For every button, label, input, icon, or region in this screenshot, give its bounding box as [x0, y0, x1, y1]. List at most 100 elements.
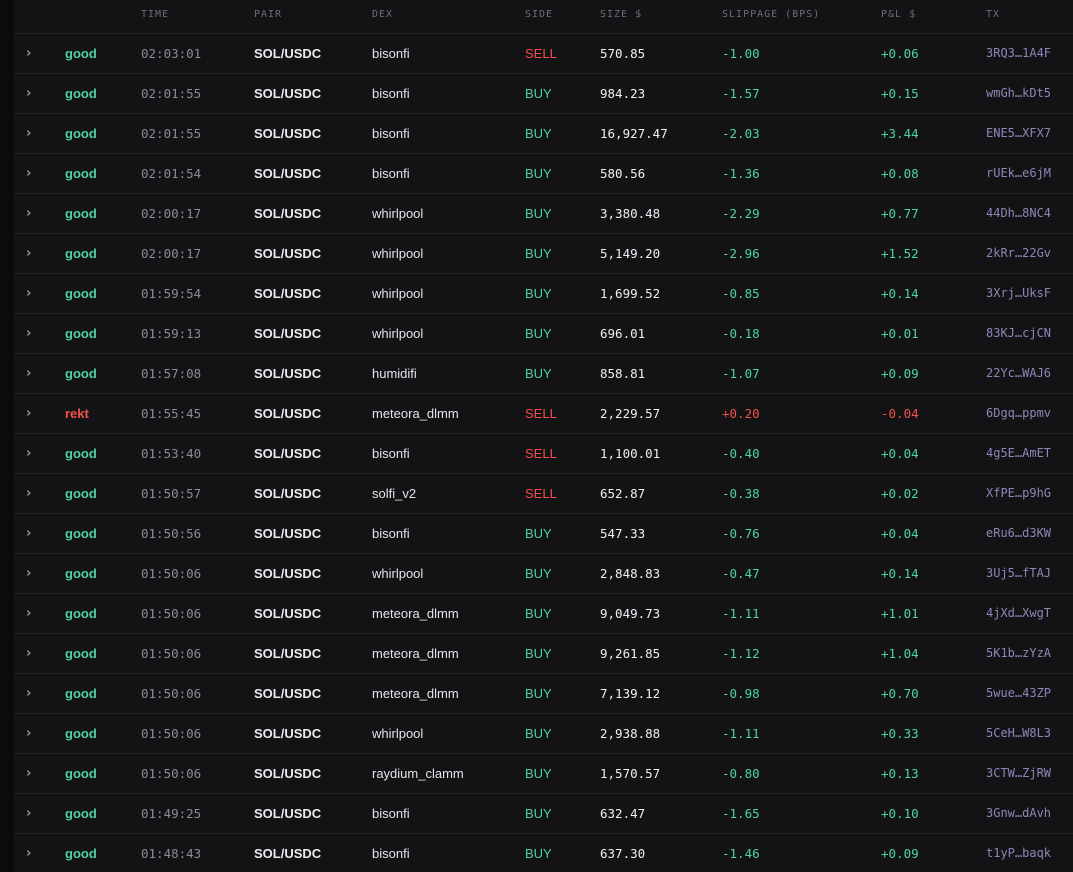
- table-row[interactable]: › good 01:50:06 SOL/USDC meteora_dlmm BUY 9,26…: [14, 634, 1073, 674]
- trade-pnl: +3.44: [881, 126, 919, 141]
- trade-pnl: -0.04: [881, 406, 919, 421]
- table-row[interactable]: › good 02:01:55 SOL/USDC bisonfi BUY 16,927.47…: [14, 114, 1073, 154]
- trade-slippage: -1.12: [722, 646, 760, 661]
- chevron-right-icon[interactable]: ›: [26, 274, 38, 313]
- chevron-right-icon[interactable]: ›: [26, 234, 38, 273]
- trade-side: BUY: [525, 806, 552, 821]
- status-badge: good: [65, 366, 97, 381]
- table-row[interactable]: › good 01:53:40 SOL/USDC bisonfi SELL 1,100.01…: [14, 434, 1073, 474]
- table-row[interactable]: › good 01:57:08 SOL/USDC humidifi BUY 858.81 -1…: [14, 354, 1073, 394]
- header-dex[interactable]: DEX: [372, 9, 393, 20]
- trade-time: 01:50:56: [141, 526, 202, 541]
- tx-link[interactable]: ENE5…XFX7: [986, 114, 1051, 153]
- table-row[interactable]: › good 01:50:06 SOL/USDC meteora_dlmm BUY 9,04…: [14, 594, 1073, 634]
- tx-link[interactable]: 3RQ3…1A4F: [986, 34, 1051, 73]
- chevron-right-icon[interactable]: ›: [26, 314, 38, 353]
- header-side[interactable]: SIDE: [525, 9, 553, 20]
- tx-link[interactable]: 83KJ…cjCN: [986, 314, 1051, 353]
- tx-link[interactable]: 5K1b…zYzA: [986, 634, 1051, 673]
- status-badge: good: [65, 846, 97, 861]
- table-row[interactable]: › good 01:50:06 SOL/USDC raydium_clamm BUY 1,5…: [14, 754, 1073, 794]
- tx-link[interactable]: 5wue…43ZP: [986, 674, 1051, 713]
- header-slippage[interactable]: SLIPPAGE (BPS): [722, 9, 820, 20]
- header-pnl[interactable]: P&L $: [881, 9, 916, 20]
- chevron-right-icon[interactable]: ›: [26, 834, 38, 872]
- trade-side: BUY: [525, 366, 552, 381]
- tx-link[interactable]: rUEk…e6jM: [986, 154, 1051, 193]
- table-row[interactable]: › good 02:03:01 SOL/USDC bisonfi SELL 570.85 -1…: [14, 34, 1073, 74]
- table-row[interactable]: › good 01:50:56 SOL/USDC bisonfi BUY 547.33 -0.…: [14, 514, 1073, 554]
- trade-side: SELL: [525, 406, 557, 421]
- status-badge: good: [65, 526, 97, 541]
- table-row[interactable]: › rekt 01:55:45 SOL/USDC meteora_dlmm SELL 2,2…: [14, 394, 1073, 434]
- trade-pair: SOL/USDC: [254, 766, 322, 781]
- tx-link[interactable]: 4jXd…XwgT: [986, 594, 1051, 633]
- table-row[interactable]: › good 01:50:06 SOL/USDC whirlpool BUY 2,848.8…: [14, 554, 1073, 594]
- tx-link[interactable]: 3CTW…ZjRW: [986, 754, 1051, 793]
- table-row[interactable]: › good 01:59:54 SOL/USDC whirlpool BUY 1,699.5…: [14, 274, 1073, 314]
- table-row[interactable]: › good 02:00:17 SOL/USDC whirlpool BUY 5,149.2…: [14, 234, 1073, 274]
- tx-link[interactable]: XfPE…p9hG: [986, 474, 1051, 513]
- tx-link[interactable]: eRu6…d3KW: [986, 514, 1051, 553]
- header-size[interactable]: SIZE $: [600, 9, 642, 20]
- chevron-right-icon[interactable]: ›: [26, 194, 38, 233]
- trade-slippage: -0.76: [722, 526, 760, 541]
- tx-link[interactable]: 4g5E…AmET: [986, 434, 1051, 473]
- chevron-right-icon[interactable]: ›: [26, 754, 38, 793]
- chevron-right-icon[interactable]: ›: [26, 514, 38, 553]
- trade-side: BUY: [525, 286, 552, 301]
- tx-link[interactable]: 3Gnw…dAvh: [986, 794, 1051, 833]
- chevron-right-icon[interactable]: ›: [26, 674, 38, 713]
- tx-link[interactable]: 44Dh…8NC4: [986, 194, 1051, 233]
- tx-link[interactable]: 6Dgq…ppmv: [986, 394, 1051, 433]
- trades-table: TIME PAIR DEX SIDE SIZE $ SLIPPAGE (BPS)…: [14, 0, 1073, 872]
- header-pair[interactable]: PAIR: [254, 9, 282, 20]
- table-row[interactable]: › good 02:00:17 SOL/USDC whirlpool BUY 3,380.4…: [14, 194, 1073, 234]
- trade-pair: SOL/USDC: [254, 366, 322, 381]
- trade-pnl: +0.01: [881, 326, 919, 341]
- header-tx[interactable]: TX: [986, 9, 1000, 20]
- tx-link[interactable]: t1yP…baqk: [986, 834, 1051, 872]
- table-row[interactable]: › good 01:49:25 SOL/USDC bisonfi BUY 632.47 -1.…: [14, 794, 1073, 834]
- chevron-right-icon[interactable]: ›: [26, 394, 38, 433]
- chevron-right-icon[interactable]: ›: [26, 634, 38, 673]
- trade-pair: SOL/USDC: [254, 566, 322, 581]
- trade-time: 01:55:45: [141, 406, 202, 421]
- chevron-right-icon[interactable]: ›: [26, 114, 38, 153]
- table-row[interactable]: › good 01:50:57 SOL/USDC solfi_v2 SELL 652.87 -…: [14, 474, 1073, 514]
- tx-link[interactable]: 5CeH…W8L3: [986, 714, 1051, 753]
- chevron-right-icon[interactable]: ›: [26, 554, 38, 593]
- tx-link[interactable]: 22Yc…WAJ6: [986, 354, 1051, 393]
- chevron-right-icon[interactable]: ›: [26, 474, 38, 513]
- chevron-right-icon[interactable]: ›: [26, 714, 38, 753]
- trade-time: 01:50:06: [141, 646, 202, 661]
- trade-slippage: -1.36: [722, 166, 760, 181]
- trade-side: SELL: [525, 446, 557, 461]
- trade-slippage: -2.96: [722, 246, 760, 261]
- chevron-right-icon[interactable]: ›: [26, 154, 38, 193]
- tx-link[interactable]: 2kRr…22Gv: [986, 234, 1051, 273]
- chevron-right-icon[interactable]: ›: [26, 74, 38, 113]
- table-row[interactable]: › good 01:50:06 SOL/USDC meteora_dlmm BUY 7,13…: [14, 674, 1073, 714]
- tx-link[interactable]: wmGh…kDt5: [986, 74, 1051, 113]
- trade-dex: whirlpool: [372, 246, 424, 261]
- trade-slippage: -0.98: [722, 686, 760, 701]
- table-row[interactable]: › good 02:01:55 SOL/USDC bisonfi BUY 984.23 -1.…: [14, 74, 1073, 114]
- table-row[interactable]: › good 01:48:43 SOL/USDC bisonfi BUY 637.30 -1.…: [14, 834, 1073, 872]
- table-row[interactable]: › good 01:59:13 SOL/USDC whirlpool BUY 696.01 -…: [14, 314, 1073, 354]
- table-row[interactable]: › good 01:50:06 SOL/USDC whirlpool BUY 2,938.8…: [14, 714, 1073, 754]
- chevron-right-icon[interactable]: ›: [26, 794, 38, 833]
- chevron-right-icon[interactable]: ›: [26, 34, 38, 73]
- header-time[interactable]: TIME: [141, 9, 169, 20]
- tx-link[interactable]: 3Xrj…UksF: [986, 274, 1051, 313]
- trade-dex: bisonfi: [372, 806, 410, 821]
- chevron-right-icon[interactable]: ›: [26, 594, 38, 633]
- trade-slippage: -1.46: [722, 846, 760, 861]
- table-row[interactable]: › good 02:01:54 SOL/USDC bisonfi BUY 580.56 -1.…: [14, 154, 1073, 194]
- chevron-right-icon[interactable]: ›: [26, 354, 38, 393]
- trade-side: BUY: [525, 246, 552, 261]
- trade-pair: SOL/USDC: [254, 86, 322, 101]
- tx-link[interactable]: 3Uj5…fTAJ: [986, 554, 1051, 593]
- status-badge: good: [65, 686, 97, 701]
- chevron-right-icon[interactable]: ›: [26, 434, 38, 473]
